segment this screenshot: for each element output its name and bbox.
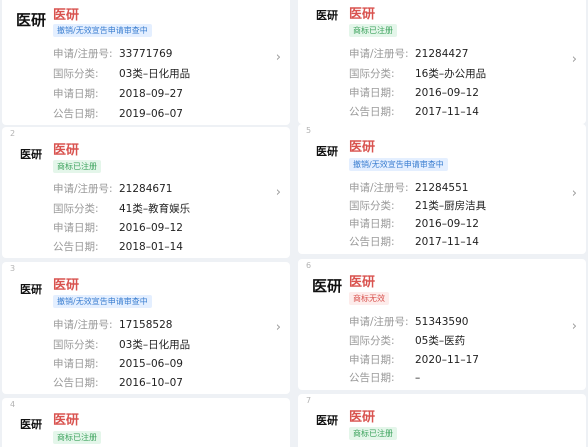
left-result-column: 医研 医研 撤销/无效宣告申请审查中 申请/注册号: 33771769 国际分类:… [2,0,290,447]
apply-date-row: 申请日期: 2016–09–12 [53,222,183,234]
chevron-right-icon[interactable]: › [572,319,577,334]
trademark-card[interactable]: 4 医研 医研 商标已注册 [2,398,290,447]
status-badge: 撤销/无效宣告申请审查中 [53,24,152,37]
trademark-name: 医研 [53,143,80,158]
trademark-name: 医研 [349,140,376,155]
trademark-card[interactable]: 6 医研 医研 商标无效 申请/注册号: 51343590 国际分类: 05类–医药… [298,259,586,390]
status-badge: 商标已注册 [53,431,101,444]
class-row: 国际分类: 03类–日化用品 [53,68,191,80]
status-badge: 商标无效 [349,292,389,305]
trademark-logo: 医研 [20,283,42,296]
apply-date-row: 申请日期: 2020–11–17 [349,354,479,366]
apply-date-row: 申请日期: 2016–09–12 [349,87,479,99]
status-badge: 商标已注册 [349,427,397,440]
trademark-card[interactable]: 3 医研 医研 撤销/无效宣告申请审查中 申请/注册号: 17158528 国际分… [2,262,290,394]
class-row: 国际分类: 21类–厨房洁具 [349,200,487,212]
reg-no-row: 申请/注册号: 21284671 [53,183,173,195]
reg-no-row: 申请/注册号: 33771769 [53,48,173,60]
reg-no-row: 申请/注册号: 21284427 [349,48,469,60]
trademark-name: 医研 [53,278,80,293]
pub-date-row: 公告日期: 2018–01–14 [53,241,183,253]
trademark-card[interactable]: 5 医研 医研 撤销/无效宣告申请审查中 申请/注册号: 21284551 国际分… [298,124,586,254]
pub-date-row: 公告日期: – [349,372,421,384]
trademark-logo: 医研 [316,414,338,427]
trademark-card[interactable]: 医研 医研 撤销/无效宣告申请审查中 申请/注册号: 33771769 国际分类:… [2,0,290,125]
status-badge: 商标已注册 [53,160,101,173]
class-row: 国际分类: 41类–教育娱乐 [53,203,191,215]
chevron-right-icon[interactable]: › [276,320,281,335]
trademark-logo: 医研 [15,10,46,29]
trademark-logo: 医研 [20,148,42,161]
status-badge: 撤销/无效宣告申请审查中 [53,295,152,308]
trademark-name: 医研 [53,8,80,23]
trademark-logo: 医研 [316,9,338,22]
reg-no-row: 申请/注册号: 17158528 [53,319,173,331]
chevron-right-icon[interactable]: › [276,50,281,65]
trademark-name: 医研 [349,7,376,22]
apply-date-row: 申请日期: 2015–06–09 [53,358,183,370]
trademark-name: 医研 [349,410,376,425]
apply-date-row: 申请日期: 2018–09–27 [53,88,183,100]
chevron-right-icon[interactable]: › [572,186,577,201]
class-row: 国际分类: 05类–医药 [349,335,466,347]
pub-date-row: 公告日期: 2019–06–07 [53,108,183,120]
trademark-card[interactable]: 医研 医研 商标已注册 申请/注册号: 21284427 国际分类: 16类–办公用… [298,0,586,124]
pub-date-row: 公告日期: 2016–10–07 [53,377,183,389]
status-badge: 商标已注册 [349,24,397,37]
pub-date-row: 公告日期: 2017–11–14 [349,106,479,118]
reg-no-row: 申请/注册号: 21284551 [349,182,469,194]
chevron-right-icon[interactable]: › [572,52,577,67]
class-row: 国际分类: 16类–办公用品 [349,68,487,80]
pub-date-row: 公告日期: 2017–11–14 [349,236,479,248]
chevron-right-icon[interactable]: › [276,185,281,200]
class-row: 国际分类: 03类–日化用品 [53,339,191,351]
apply-date-row: 申请日期: 2016–09–12 [349,218,479,230]
reg-no-row: 申请/注册号: 51343590 [349,316,469,328]
trademark-name: 医研 [349,275,376,290]
trademark-logo: 医研 [316,145,338,158]
status-badge: 撤销/无效宣告申请审查中 [349,158,448,171]
right-result-column: 医研 医研 商标已注册 申请/注册号: 21284427 国际分类: 16类–办公用… [298,0,586,447]
trademark-logo: 医研 [311,276,342,295]
trademark-card[interactable]: 2 医研 医研 商标已注册 申请/注册号: 21284671 国际分类: 41类–教… [2,127,290,258]
trademark-card[interactable]: 7 医研 医研 商标已注册 [298,394,586,447]
trademark-logo: 医研 [20,418,42,431]
trademark-name: 医研 [53,413,80,428]
